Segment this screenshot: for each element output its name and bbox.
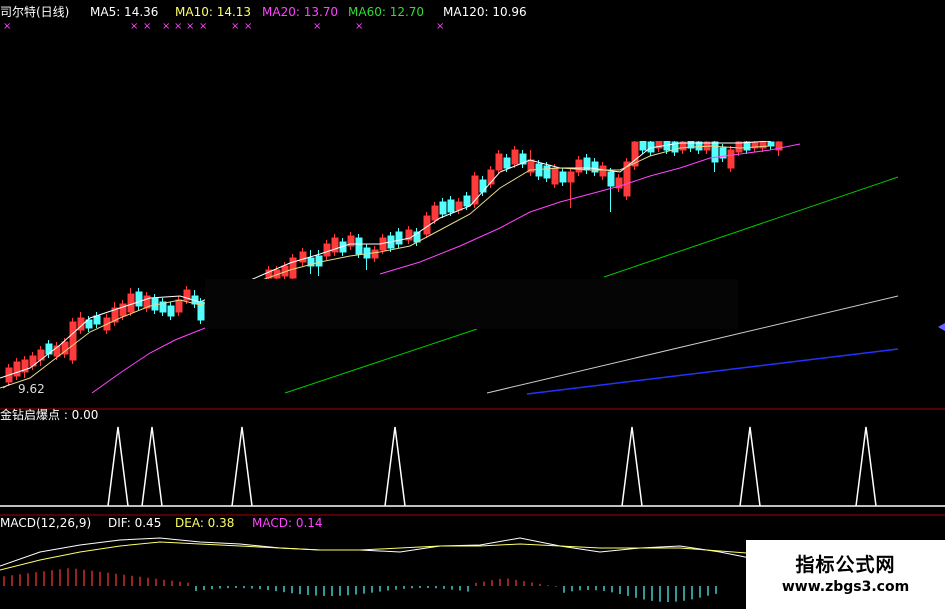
low-price-marker: 9.62 (18, 382, 45, 396)
candle-body (511, 149, 519, 165)
ma10-label: MA10: 14.13 (175, 5, 252, 19)
candle-body (167, 305, 175, 317)
signal-mark: × (313, 21, 322, 32)
candle-body (315, 255, 323, 267)
candle-body (607, 171, 615, 187)
ma10-line (0, 145, 771, 389)
ma120-label: MA120: 10.96 (443, 5, 527, 19)
candle-body (495, 153, 503, 171)
candle-body (767, 141, 775, 147)
stock-title: 司尔特(日线) (0, 5, 70, 19)
macd-dif: DIF: 0.45 (108, 516, 162, 530)
candle-body (45, 343, 53, 355)
macd-histogram (3, 568, 717, 602)
site-watermark: 指标公式网 www.zbgs3.com (746, 540, 945, 609)
candle-body (503, 157, 511, 169)
signal-mark: × (143, 21, 152, 32)
ma60-label: MA60: 12.70 (348, 5, 425, 19)
candle-body (175, 299, 183, 313)
ma5-label: MA5: 14.36 (90, 5, 159, 19)
candle-body (727, 149, 735, 169)
signal-mark: × (244, 21, 253, 32)
candle-body (599, 165, 607, 177)
candle-body (439, 201, 447, 215)
signal-spike (107, 426, 129, 507)
macd-name: MACD(12,26,9) (0, 516, 92, 530)
mask-top-right (535, 0, 945, 141)
macd-dea: DEA: 0.38 (175, 516, 235, 530)
signal-mark: × (231, 21, 240, 32)
ma20-line (91, 323, 219, 394)
candle-body (711, 141, 719, 163)
ma250-line (526, 348, 899, 395)
candle-body (93, 315, 101, 325)
candle-body (463, 195, 471, 207)
signal-spike (231, 426, 253, 507)
ma20-label: MA20: 13.70 (262, 5, 339, 19)
ma60-line-right (603, 176, 899, 278)
signal-spike (739, 426, 761, 507)
candle-body (69, 321, 77, 361)
signal-spike (141, 426, 163, 507)
indicator-label: 金钻启爆点 : 0.00 (0, 408, 99, 422)
signal-mark: × (199, 21, 208, 32)
candle-body (447, 199, 455, 213)
candle-body (575, 159, 583, 173)
candle-body (151, 297, 159, 311)
mask-middle (205, 279, 738, 329)
candle-body (323, 243, 331, 257)
candlestick-group (5, 136, 783, 386)
watermark-title: 指标公式网 (795, 554, 896, 576)
signal-mark: × (162, 21, 171, 32)
candle-body (431, 205, 439, 221)
candle-body (455, 201, 463, 211)
candle-body (13, 361, 21, 377)
candle-body (135, 291, 143, 307)
signal-spikes (107, 426, 877, 507)
signal-spike (384, 426, 406, 507)
watermark-url: www.zbgs3.com (781, 579, 910, 595)
candle-body (551, 167, 559, 185)
macd-value: MACD: 0.14 (252, 516, 323, 530)
candle-body (395, 231, 403, 245)
ma60-line-left (284, 328, 478, 394)
candle-body (743, 141, 751, 151)
candle-body (355, 237, 363, 255)
candle-body (479, 179, 487, 193)
candle-body (371, 249, 379, 259)
candle-body (559, 171, 567, 183)
candle-body (543, 165, 551, 179)
candle-body (299, 251, 307, 263)
signal-spike (621, 426, 643, 507)
signal-mark: × (3, 21, 12, 32)
signal-mark: × (130, 21, 139, 32)
signal-mark: × (355, 21, 364, 32)
signal-mark: × (436, 21, 445, 32)
candle-body (639, 139, 647, 151)
signal-spike (855, 426, 877, 507)
signal-mark: × (174, 21, 183, 32)
axis-marker (938, 323, 945, 331)
candle-body (567, 171, 575, 183)
candle-body (127, 293, 135, 313)
signal-mark: × (186, 21, 195, 32)
